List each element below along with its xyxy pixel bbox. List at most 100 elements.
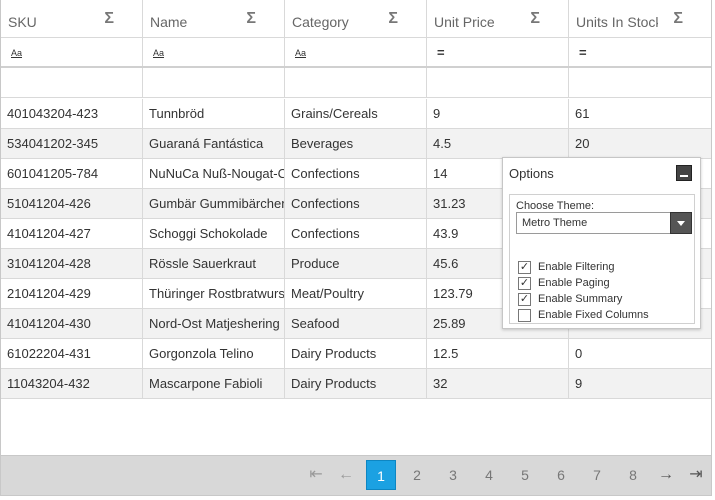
page-button[interactable]: 4	[474, 460, 504, 490]
cell-category[interactable]: Confections	[285, 189, 427, 218]
cell-category[interactable]: Meat/Poultry	[285, 279, 427, 308]
filter-equals-icon[interactable]: =	[579, 45, 587, 60]
column-header-name[interactable]: Name Σ	[143, 0, 285, 38]
cell-sku[interactable]: 21041204-429	[1, 279, 143, 308]
filter-text-icon[interactable]: Aa	[11, 48, 22, 58]
cell-name[interactable]: Gorgonzola Telino	[143, 339, 285, 368]
cell-name[interactable]: Schoggi Schokolade	[143, 219, 285, 248]
table-row[interactable]: 401043204-423 Tunnbröd Grains/Cereals 9 …	[1, 99, 711, 129]
page-button[interactable]: 3	[438, 460, 468, 490]
cell-name[interactable]: Tunnbröd	[143, 99, 285, 128]
cell-unit-price[interactable]: 12.5	[427, 339, 569, 368]
column-header-category[interactable]: Category Σ	[285, 0, 427, 38]
cell-category[interactable]: Produce	[285, 249, 427, 278]
theme-select-value: Metro Theme	[522, 217, 588, 229]
cell-name[interactable]: Mascarpone Fabioli	[143, 369, 285, 398]
sigma-icon[interactable]: Σ	[246, 11, 256, 27]
cell-name[interactable]: Guaraná Fantástica	[143, 129, 285, 158]
filter-equals-icon[interactable]: =	[437, 45, 445, 60]
cell-sku[interactable]: 31041204-428	[1, 249, 143, 278]
summary-checkbox[interactable]: ✓	[518, 293, 531, 306]
chevron-down-icon[interactable]	[670, 212, 692, 234]
cell-category[interactable]: Confections	[285, 219, 427, 248]
sigma-icon[interactable]: Σ	[530, 11, 540, 27]
column-header-units-in-stock[interactable]: Units In Stock Σ	[569, 0, 711, 38]
filter-row: Aa Aa Aa = =	[1, 38, 711, 68]
fixed-columns-checkbox[interactable]	[518, 309, 531, 322]
pager: ⇤ ← 1 2 3 4 5 6 7 8 → ⇥	[1, 455, 711, 495]
checkbox-label: Enable Paging	[538, 277, 610, 289]
cell-unit-price[interactable]: 9	[427, 99, 569, 128]
cell-unit-price[interactable]: 4.5	[427, 129, 569, 158]
first-page-button[interactable]: ⇤	[301, 460, 331, 490]
next-page-button[interactable]: →	[651, 460, 681, 490]
cell-name[interactable]: Thüringer Rostbratwurst	[143, 279, 285, 308]
cell-units-in-stock[interactable]: 9	[569, 369, 711, 398]
cell-sku[interactable]: 41041204-427	[1, 219, 143, 248]
cell-sku[interactable]: 51041204-426	[1, 189, 143, 218]
cell-units-in-stock[interactable]: 0	[569, 339, 711, 368]
column-header-label: Unit Price	[434, 14, 495, 30]
summary-cell	[569, 68, 711, 98]
summary-cell	[285, 68, 427, 98]
cell-category[interactable]: Beverages	[285, 129, 427, 158]
cell-category[interactable]: Confections	[285, 159, 427, 188]
cell-category[interactable]: Seafood	[285, 309, 427, 338]
checkbox-label: Enable Filtering	[538, 261, 615, 273]
page-button-current[interactable]: 1	[366, 460, 396, 490]
cell-sku[interactable]: 401043204-423	[1, 99, 143, 128]
page-button[interactable]: 5	[510, 460, 540, 490]
options-body: Choose Theme: Metro Theme ✓ Enable Filte…	[509, 194, 695, 324]
summary-row	[1, 68, 711, 98]
theme-select[interactable]: Metro Theme	[516, 212, 692, 234]
prev-page-button[interactable]: ←	[331, 460, 361, 490]
column-header-sku[interactable]: SKU Σ	[1, 0, 143, 38]
table-row[interactable]: 61022204-431 Gorgonzola Telino Dairy Pro…	[1, 339, 711, 369]
table-row[interactable]: 534041202-345 Guaraná Fantástica Beverag…	[1, 129, 711, 159]
page-button[interactable]: 6	[546, 460, 576, 490]
cell-name[interactable]: NuNuCa Nuß-Nougat-Creme	[143, 159, 285, 188]
paging-checkbox[interactable]: ✓	[518, 277, 531, 290]
cell-category[interactable]: Dairy Products	[285, 369, 427, 398]
sigma-icon[interactable]: Σ	[673, 11, 683, 27]
cell-units-in-stock[interactable]: 20	[569, 129, 711, 158]
filter-cell-category[interactable]: Aa	[285, 38, 427, 66]
cell-units-in-stock[interactable]: 61	[569, 99, 711, 128]
cell-sku[interactable]: 534041202-345	[1, 129, 143, 158]
cell-sku[interactable]: 11043204-432	[1, 369, 143, 398]
page-button[interactable]: 8	[618, 460, 648, 490]
cell-sku[interactable]: 601041205-784	[1, 159, 143, 188]
cell-unit-price[interactable]: 32	[427, 369, 569, 398]
column-header-label: SKU	[8, 14, 37, 30]
cell-name[interactable]: Gumbär Gummibärchen	[143, 189, 285, 218]
cell-name[interactable]: Rössle Sauerkraut	[143, 249, 285, 278]
theme-label: Choose Theme:	[516, 200, 595, 212]
page-button[interactable]: 2	[402, 460, 432, 490]
filter-text-icon[interactable]: Aa	[153, 48, 164, 58]
filter-cell-units-in-stock[interactable]: =	[569, 38, 711, 66]
last-page-button[interactable]: ⇥	[681, 460, 711, 490]
cell-category[interactable]: Dairy Products	[285, 339, 427, 368]
filter-text-icon[interactable]: Aa	[295, 48, 306, 58]
options-title: Options	[509, 166, 554, 181]
filter-cell-unit-price[interactable]: =	[427, 38, 569, 66]
page-button[interactable]: 7	[582, 460, 612, 490]
sigma-icon[interactable]: Σ	[388, 11, 398, 27]
column-header-label: Category	[292, 14, 349, 30]
summary-cell	[1, 68, 143, 98]
checkbox-label: Enable Fixed Columns	[538, 309, 649, 321]
minimize-icon[interactable]	[676, 165, 692, 181]
cell-sku[interactable]: 41041204-430	[1, 309, 143, 338]
filter-cell-name[interactable]: Aa	[143, 38, 285, 66]
summary-cell	[427, 68, 569, 98]
filter-cell-sku[interactable]: Aa	[1, 38, 143, 66]
table-row[interactable]: 11043204-432 Mascarpone Fabioli Dairy Pr…	[1, 369, 711, 399]
sigma-icon[interactable]: Σ	[104, 11, 114, 27]
cell-name[interactable]: Nord-Ost Matjeshering	[143, 309, 285, 338]
filtering-checkbox[interactable]: ✓	[518, 261, 531, 274]
column-header-label: Name	[150, 14, 188, 30]
column-header-unit-price[interactable]: Unit Price Σ	[427, 0, 569, 38]
cell-category[interactable]: Grains/Cereals	[285, 99, 427, 128]
summary-cell	[143, 68, 285, 98]
cell-sku[interactable]: 61022204-431	[1, 339, 143, 368]
